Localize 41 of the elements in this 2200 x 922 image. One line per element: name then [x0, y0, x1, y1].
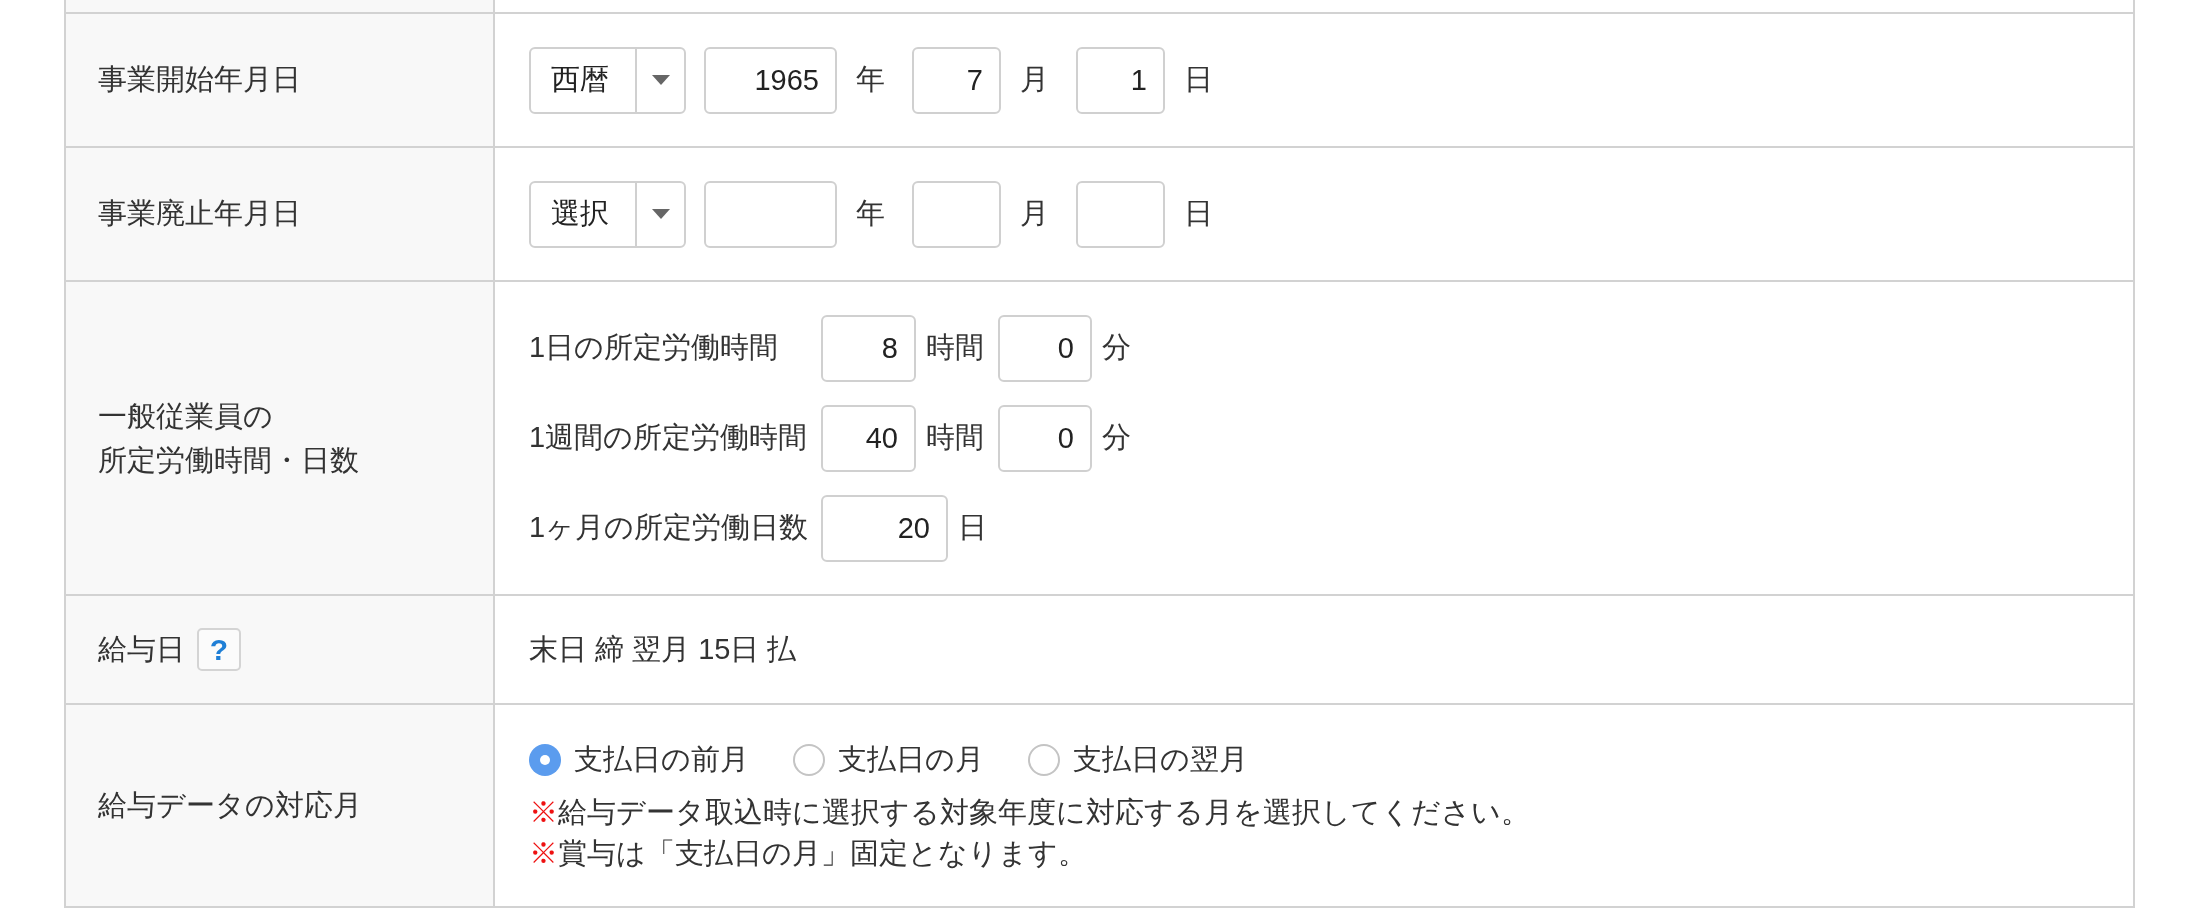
hours-input[interactable]: 40	[821, 404, 916, 472]
month-input[interactable]	[912, 180, 1001, 248]
unit-label: 日	[1184, 62, 1213, 98]
field-label: 事業開始年月日	[98, 62, 301, 98]
days-input[interactable]: 20	[821, 494, 948, 562]
caret-icon	[651, 209, 670, 219]
hours-input[interactable]: 8	[821, 314, 916, 382]
unit-label: 日	[958, 510, 987, 546]
field-label: 事業廃止年月日	[98, 196, 301, 232]
day-input[interactable]	[1076, 180, 1165, 248]
unit-label: 分	[1102, 420, 1131, 456]
radio-option[interactable]: 支払日の月	[793, 737, 984, 782]
unit-label: 日	[1184, 196, 1213, 232]
radio-option[interactable]: 支払日の前月	[529, 737, 749, 782]
unit-label: 時間	[926, 420, 984, 456]
date-select[interactable]: 選択	[529, 180, 686, 248]
unit-label: 月	[1020, 62, 1049, 98]
minutes-input[interactable]: 0	[998, 404, 1092, 472]
unit-label: 年	[856, 196, 885, 232]
field-label: 給与データの対応月	[98, 787, 362, 823]
value-text: 末日 締 翌月 15日 払	[529, 631, 797, 667]
year-input[interactable]: 1965	[704, 46, 837, 114]
field-label: 1週間の所定労働時間	[529, 420, 809, 456]
help-button[interactable]: ?	[197, 628, 241, 671]
unit-label: 月	[1020, 196, 1049, 232]
date-select[interactable]: 西暦	[529, 46, 686, 114]
field-label: 1ヶ月の所定労働日数	[529, 510, 810, 546]
year-input[interactable]	[704, 180, 837, 248]
day-input[interactable]: 1	[1076, 46, 1165, 114]
field-label: 一般従業員の 所定労働時間・日数	[98, 399, 359, 478]
field-label: 給与日	[98, 631, 185, 667]
unit-label: 年	[856, 62, 885, 98]
note-text: ※賞与は「支払日の月」固定となります。	[529, 835, 1088, 871]
note-text: ※給与データ取込時に選択する対象年度に対応する月を選択してください。	[529, 794, 1530, 830]
unit-label: 分	[1102, 330, 1131, 366]
field-label: 1日の所定労働時間	[529, 330, 780, 366]
unit-label: 時間	[926, 330, 984, 366]
caret-icon	[651, 75, 670, 85]
radio-option[interactable]: 支払日の翌月	[1028, 737, 1248, 782]
month-input[interactable]: 7	[912, 46, 1001, 114]
minutes-input[interactable]: 0	[998, 314, 1092, 382]
